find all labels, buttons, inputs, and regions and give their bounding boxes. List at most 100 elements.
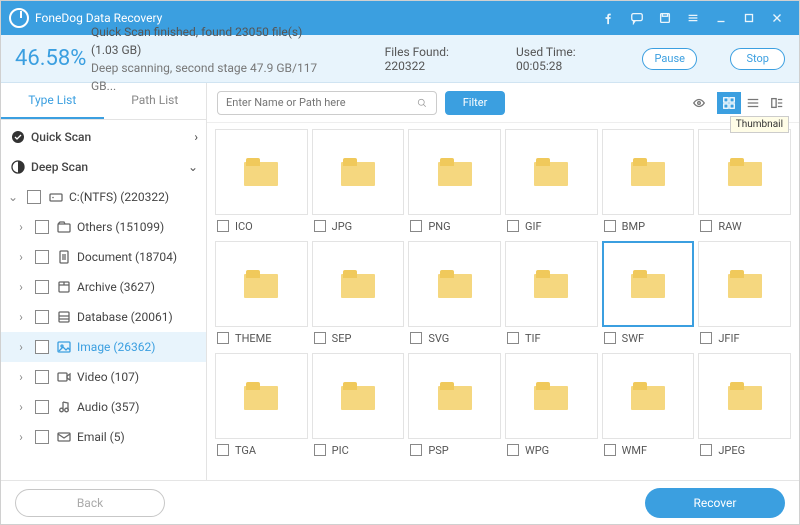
item-thumbnail[interactable] — [312, 353, 405, 439]
grid-item[interactable]: GIF — [505, 129, 598, 237]
node-cat-folder[interactable]: ›Others (151099) — [1, 212, 206, 242]
checkbox[interactable] — [604, 220, 616, 232]
checkbox[interactable] — [35, 250, 49, 264]
checkbox[interactable] — [35, 310, 49, 324]
checkbox[interactable] — [700, 444, 712, 456]
item-thumbnail[interactable] — [408, 241, 501, 327]
grid-item[interactable]: WPG — [505, 353, 598, 461]
grid-item[interactable]: BMP — [602, 129, 695, 237]
node-cat-email[interactable]: ›Email (5) — [1, 422, 206, 452]
checkbox[interactable] — [35, 280, 49, 294]
checkbox[interactable] — [314, 220, 326, 232]
checkbox[interactable] — [604, 332, 616, 344]
node-cat-doc[interactable]: ›Document (18704) — [1, 242, 206, 272]
grid-item[interactable]: SWF — [602, 241, 695, 349]
grid-item[interactable]: ICO — [215, 129, 308, 237]
node-cat-archive[interactable]: ›Archive (3627) — [1, 272, 206, 302]
checkbox[interactable] — [217, 332, 229, 344]
checkbox[interactable] — [35, 220, 49, 234]
grid-item[interactable]: SVG — [408, 241, 501, 349]
node-disk[interactable]: ⌄ C:(NTFS) (220322) — [1, 182, 206, 212]
item-thumbnail[interactable] — [312, 241, 405, 327]
grid-item[interactable]: SEP — [312, 241, 405, 349]
item-thumbnail[interactable] — [215, 129, 308, 215]
item-thumbnail[interactable] — [312, 129, 405, 215]
detail-view-button[interactable] — [765, 92, 789, 114]
grid-item[interactable]: PSP — [408, 353, 501, 461]
node-quick-scan[interactable]: Quick Scan › — [1, 122, 206, 152]
checkbox[interactable] — [27, 190, 41, 204]
grid-item[interactable]: THEME — [215, 241, 308, 349]
facebook-icon[interactable] — [595, 4, 623, 32]
grid-item[interactable]: TIF — [505, 241, 598, 349]
thumbnail-view-button[interactable] — [717, 92, 741, 114]
checkbox[interactable] — [507, 220, 519, 232]
grid-item[interactable]: TGA — [215, 353, 308, 461]
grid-item[interactable]: JPG — [312, 129, 405, 237]
back-button[interactable]: Back — [15, 489, 165, 517]
grid-item[interactable]: PNG — [408, 129, 501, 237]
pause-button[interactable]: Pause — [642, 48, 697, 70]
menu-icon[interactable] — [679, 4, 707, 32]
grid-item[interactable]: JFIF — [698, 241, 791, 349]
item-thumbnail[interactable] — [505, 241, 598, 327]
item-thumbnail[interactable] — [698, 129, 791, 215]
feedback-icon[interactable] — [623, 4, 651, 32]
item-thumbnail[interactable] — [215, 241, 308, 327]
item-thumbnail[interactable] — [505, 353, 598, 439]
checkbox[interactable] — [35, 400, 49, 414]
item-thumbnail[interactable] — [408, 129, 501, 215]
checkbox[interactable] — [410, 332, 422, 344]
item-thumbnail[interactable] — [505, 129, 598, 215]
recover-button[interactable]: Recover — [645, 488, 785, 518]
grid-item[interactable]: JPEG — [698, 353, 791, 461]
checkbox[interactable] — [35, 430, 49, 444]
checkbox[interactable] — [700, 220, 712, 232]
node-deep-scan[interactable]: Deep Scan ⌄ — [1, 152, 206, 182]
list-view-button[interactable] — [741, 92, 765, 114]
item-thumbnail[interactable] — [698, 353, 791, 439]
item-thumbnail[interactable] — [602, 353, 695, 439]
tab-path-list[interactable]: Path List — [104, 83, 207, 119]
item-thumbnail[interactable] — [408, 353, 501, 439]
node-cat-db[interactable]: ›Database (20061) — [1, 302, 206, 332]
save-icon[interactable] — [651, 4, 679, 32]
checkbox[interactable] — [217, 220, 229, 232]
grid-item[interactable]: PIC — [312, 353, 405, 461]
node-cat-audio[interactable]: ›Audio (357) — [1, 392, 206, 422]
grid-item[interactable]: RAW — [698, 129, 791, 237]
checkbox[interactable] — [410, 444, 422, 456]
checkbox[interactable] — [35, 340, 49, 354]
folder-icon — [341, 382, 375, 410]
stop-button[interactable]: Stop — [730, 48, 785, 70]
maximize-icon[interactable] — [735, 4, 763, 32]
item-thumbnail[interactable] — [215, 353, 308, 439]
checkbox[interactable] — [604, 444, 616, 456]
checkbox[interactable] — [700, 332, 712, 344]
checkbox[interactable] — [314, 332, 326, 344]
item-footer: WMF — [602, 439, 695, 461]
checkbox[interactable] — [507, 332, 519, 344]
filter-button[interactable]: Filter — [445, 91, 505, 115]
preview-eye-icon[interactable] — [687, 92, 711, 114]
close-icon[interactable] — [763, 4, 791, 32]
item-thumbnail[interactable] — [602, 241, 695, 327]
node-cat-image[interactable]: ›Image (26362) — [1, 332, 206, 362]
checkbox[interactable] — [314, 444, 326, 456]
checkbox[interactable] — [507, 444, 519, 456]
grid-item[interactable]: WMF — [602, 353, 695, 461]
checkbox[interactable] — [410, 220, 422, 232]
item-thumbnail[interactable] — [602, 129, 695, 215]
node-cat-video[interactable]: ›Video (107) — [1, 362, 206, 392]
item-footer: BMP — [602, 215, 695, 237]
minimize-icon[interactable] — [707, 4, 735, 32]
checkbox[interactable] — [35, 370, 49, 384]
item-thumbnail[interactable] — [698, 241, 791, 327]
search-input[interactable] — [217, 91, 437, 115]
check-circle-icon — [9, 128, 27, 146]
checkbox[interactable] — [217, 444, 229, 456]
folder-icon — [244, 158, 278, 186]
tab-type-list[interactable]: Type List — [1, 83, 104, 119]
node-label: Document (18704) — [77, 250, 198, 264]
search-field[interactable] — [226, 96, 416, 109]
